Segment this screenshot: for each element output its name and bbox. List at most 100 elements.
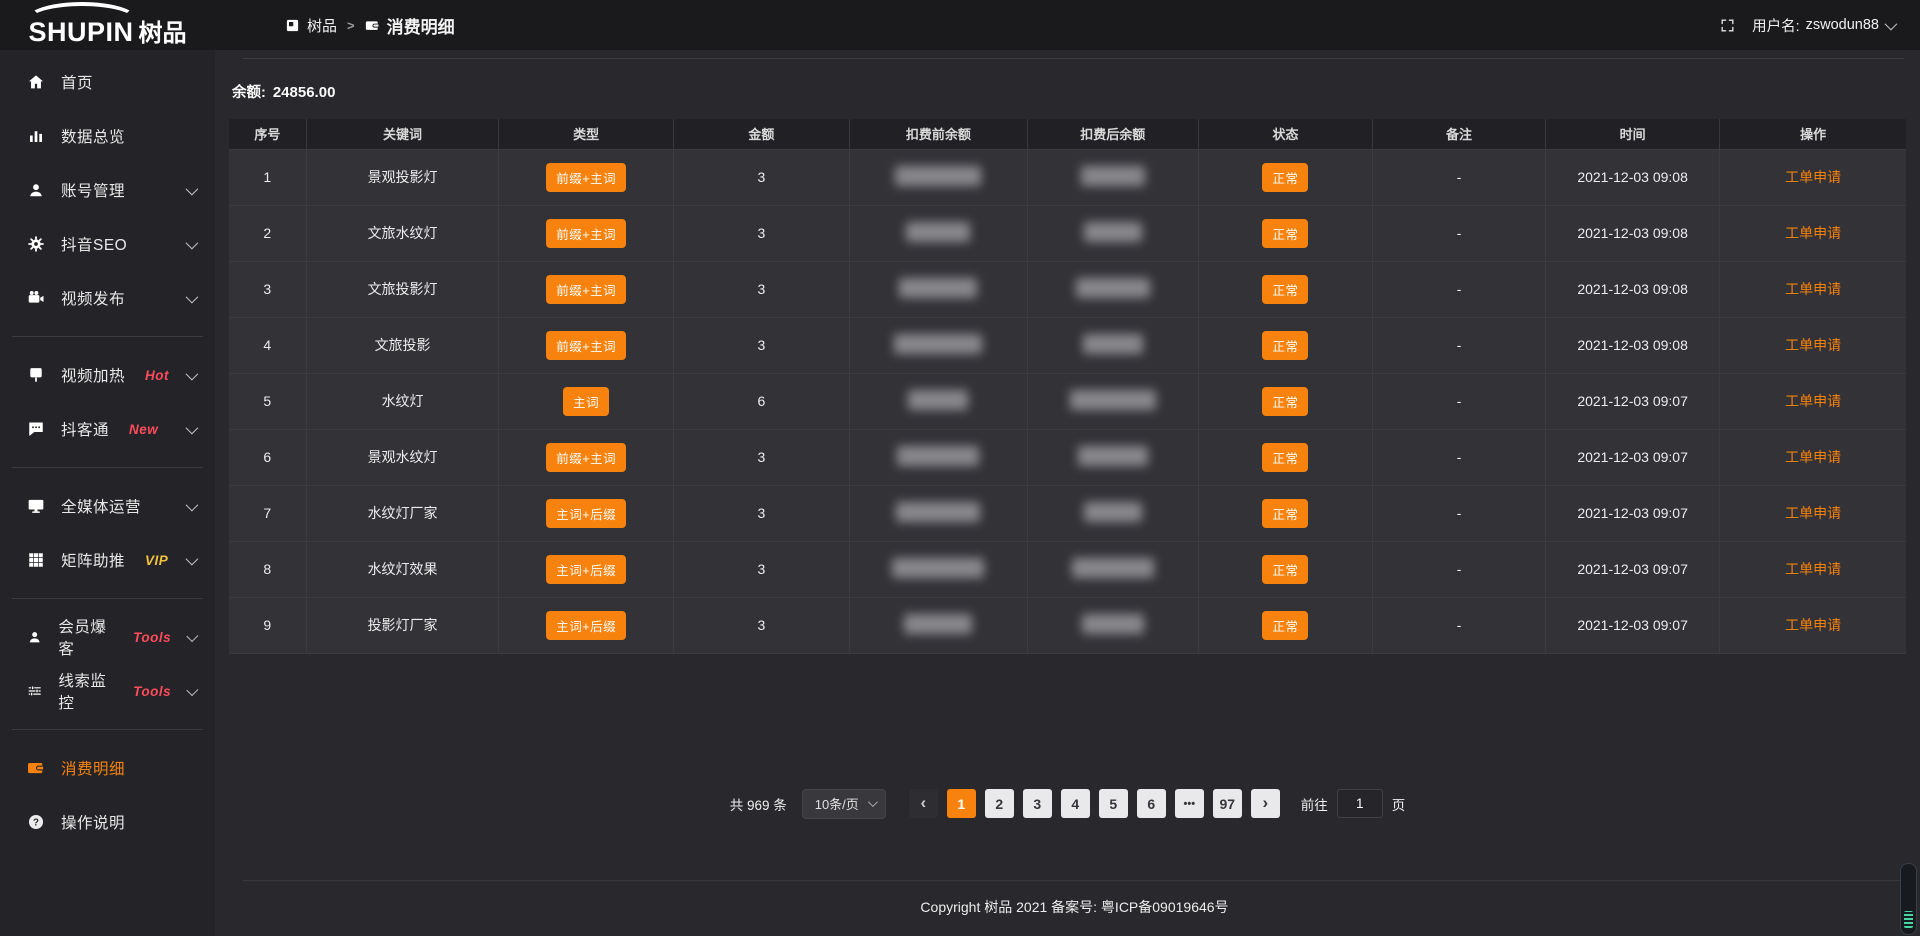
sidebar-item-all-media-operation[interactable]: 全媒体运营 [0, 479, 215, 533]
type-badge: 前缀+主词 [546, 219, 626, 248]
type-badge: 主词 [563, 387, 609, 416]
cell-balance-after [1027, 205, 1198, 261]
cell-action: 工单申请 [1720, 373, 1906, 429]
work-order-link[interactable]: 工单申请 [1785, 281, 1841, 297]
sidebar-item-matrix-boost[interactable]: 矩阵助推 VIP [0, 533, 215, 587]
sidebar-item-douyin-seo[interactable]: 抖音SEO [0, 217, 215, 271]
sidebar-item-operation-guide[interactable]: ?操作说明 [0, 795, 215, 849]
page-button-2[interactable]: 2 [985, 789, 1014, 818]
table-row: 8水纹灯效果主词+后缀3正常-2021-12-03 09:07工单申请 [229, 541, 1906, 597]
work-order-link[interactable]: 工单申请 [1785, 449, 1841, 465]
redacted-balance-before [895, 166, 981, 186]
main-content: 余额:24856.00 序号关键词类型金额扣费前余额扣费后余额状态备注时间操作 … [215, 50, 1920, 936]
heat-icon [27, 366, 45, 384]
monitor-icon [27, 497, 45, 515]
work-order-link[interactable]: 工单申请 [1785, 505, 1841, 521]
table-row: 3文旅投影灯前缀+主词3正常-2021-12-03 09:08工单申请 [229, 261, 1906, 317]
page-size-value: 10条/页 [815, 794, 859, 813]
sidebar-item-label: 视频发布 [61, 287, 125, 309]
cell-balance-before [849, 541, 1027, 597]
cell-action: 工单申请 [1720, 597, 1906, 653]
page-size-select[interactable]: 10条/页 [802, 789, 886, 819]
work-order-link[interactable]: 工单申请 [1785, 337, 1841, 353]
status-badge: 正常 [1262, 555, 1308, 584]
breadcrumb-current[interactable]: 消费明细 [365, 13, 455, 38]
cell-time: 2021-12-03 09:08 [1545, 261, 1719, 317]
redacted-balance-after [1081, 166, 1145, 186]
logo[interactable]: SHUPIN 树品 [0, 0, 215, 50]
cell-keyword: 水纹灯效果 [306, 541, 499, 597]
cell-time: 2021-12-03 09:08 [1545, 205, 1719, 261]
balance-value: 24856.00 [273, 84, 336, 101]
cell-type: 主词+后缀 [499, 485, 673, 541]
work-order-link[interactable]: 工单申请 [1785, 617, 1841, 633]
chevron-down-icon [186, 182, 199, 195]
sidebar-item-home[interactable]: 首页 [0, 55, 215, 109]
column-header: 类型 [499, 119, 673, 149]
cell-status: 正常 [1198, 205, 1372, 261]
sidebar-item-label: 首页 [61, 71, 93, 93]
sidebar-item-tag: VIP [145, 553, 168, 568]
type-badge: 主词+后缀 [546, 611, 626, 640]
page-button-6[interactable]: 6 [1137, 789, 1166, 818]
user-menu[interactable]: 用户名: zswodun88 [1752, 15, 1894, 36]
cell-amount: 3 [673, 149, 849, 205]
cell-remark: - [1373, 485, 1546, 541]
cell-index: 2 [229, 205, 306, 261]
sidebar-item-douketong[interactable]: 抖客通New [0, 402, 215, 456]
sidebar-item-data-overview[interactable]: 数据总览 [0, 109, 215, 163]
page-button-3[interactable]: 3 [1023, 789, 1052, 818]
scrollbar-widget[interactable] [1900, 863, 1917, 935]
cell-type: 前缀+主词 [499, 261, 673, 317]
work-order-link[interactable]: 工单申请 [1785, 225, 1841, 241]
footer: Copyright 树品 2021 备案号: 粤ICP备09019646号 [243, 880, 1906, 936]
redacted-balance-before [908, 390, 968, 410]
table-row: 6景观水纹灯前缀+主词3正常-2021-12-03 09:07工单申请 [229, 429, 1906, 485]
cell-amount: 6 [673, 373, 849, 429]
cell-index: 9 [229, 597, 306, 653]
sidebar-item-consumption-detail[interactable]: 消费明细 [0, 741, 215, 795]
table-header-row: 序号关键词类型金额扣费前余额扣费后余额状态备注时间操作 [229, 119, 1906, 149]
sidebar-item-account-management[interactable]: 账号管理 [0, 163, 215, 217]
sidebar-divider [12, 598, 203, 599]
goto-page-input[interactable] [1337, 789, 1383, 818]
cell-amount: 3 [673, 261, 849, 317]
status-badge: 正常 [1262, 219, 1308, 248]
breadcrumb-root[interactable]: 树品 [285, 15, 337, 36]
redacted-balance-before [899, 278, 977, 298]
work-order-link[interactable]: 工单申请 [1785, 169, 1841, 185]
work-order-link[interactable]: 工单申请 [1785, 561, 1841, 577]
more-pages-button[interactable]: ••• [1175, 789, 1204, 818]
page-button-97[interactable]: 97 [1213, 789, 1242, 818]
work-order-link[interactable]: 工单申请 [1785, 393, 1841, 409]
page-button-4[interactable]: 4 [1061, 789, 1090, 818]
status-badge: 正常 [1262, 387, 1308, 416]
breadcrumb-current-label: 消费明细 [387, 13, 455, 38]
chevron-down-icon [187, 630, 199, 642]
sidebar-item-video-heat[interactable]: 视频加热 Hot [0, 348, 215, 402]
page-button-5[interactable]: 5 [1099, 789, 1128, 818]
redacted-balance-after [1083, 334, 1143, 354]
scrollbar-stripes [1904, 911, 1913, 928]
svg-text:?: ? [33, 817, 39, 828]
cell-action: 工单申请 [1720, 541, 1906, 597]
sidebar-item-tag: Hot [145, 368, 169, 383]
breadcrumb-separator: > [347, 18, 355, 33]
breadcrumb: 树品 > 消费明细 [285, 13, 455, 38]
sidebar-item-video-publish[interactable]: 视频发布 [0, 271, 215, 325]
prev-page-button[interactable]: ‹ [909, 789, 938, 818]
sidebar-item-label: 矩阵助推 [61, 549, 125, 571]
fullscreen-icon[interactable] [1719, 17, 1736, 34]
chevron-down-icon [186, 421, 199, 434]
cell-index: 8 [229, 541, 306, 597]
sidebar-item-lead-monitor[interactable]: 线索监控Tools [0, 664, 215, 718]
page-button-1[interactable]: 1 [947, 789, 976, 818]
video-icon [27, 289, 45, 307]
cell-keyword: 水纹灯厂家 [306, 485, 499, 541]
next-page-button[interactable]: › [1251, 789, 1280, 818]
sidebar-item-member-baoke[interactable]: 会员爆客Tools [0, 610, 215, 664]
sidebar-item-label: 视频加热 [61, 364, 125, 386]
chart-icon [27, 127, 45, 145]
copyright-text: Copyright 树品 2021 备案号: 粤ICP备09019646号 [920, 899, 1228, 915]
cell-action: 工单申请 [1720, 261, 1906, 317]
